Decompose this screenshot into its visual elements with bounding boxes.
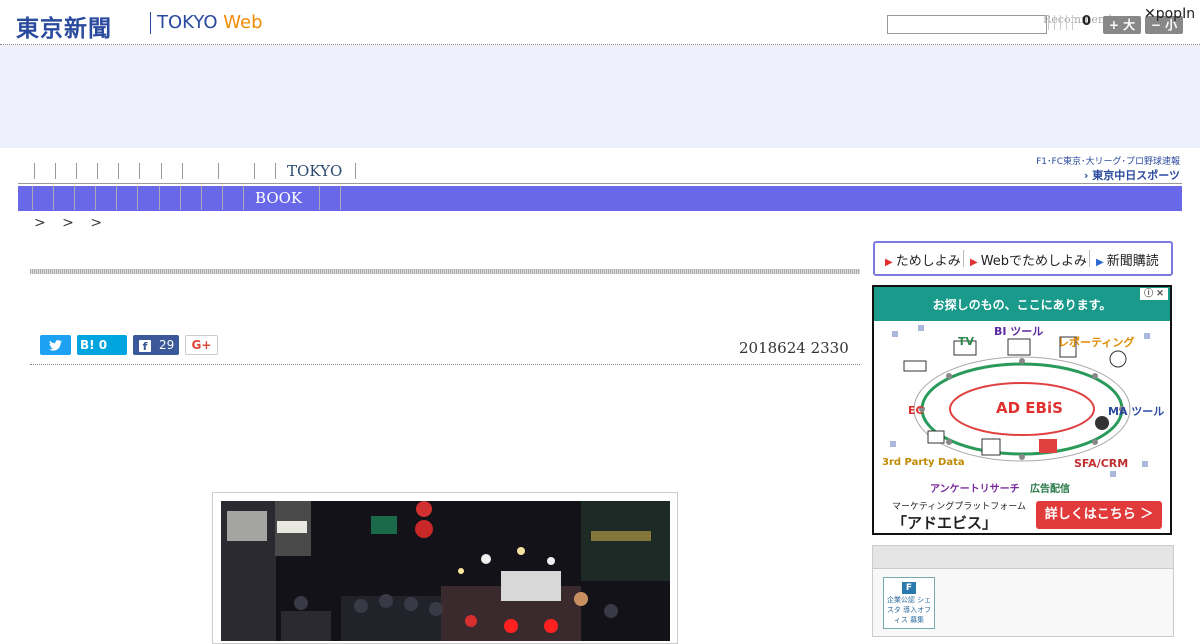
ad-label-reporting: レポーティング	[1058, 336, 1135, 349]
nav-item-tokyo[interactable]: TOKYO	[287, 162, 342, 180]
article-date: 2018624 2330	[739, 339, 849, 357]
night-street-scene	[221, 501, 670, 641]
twitter-share-button[interactable]	[40, 335, 71, 355]
ad-label-ma: MA ツール	[1108, 405, 1165, 418]
section-item-10[interactable]	[221, 186, 223, 210]
top-ad-banner[interactable]	[0, 45, 1200, 148]
subscription-links: ▶ ためしよみ ▶ Webでためしよみ ▶ 新聞購読	[873, 241, 1173, 276]
chunichi-sub-text: F1･FC東京･大リーグ･プロ野球速報	[1036, 157, 1180, 167]
font-larger-button[interactable]: + 大	[1103, 16, 1141, 34]
section-item-11[interactable]	[242, 186, 244, 210]
sidebar-panel: F 企業公認 シェスタ 導入オフィス 募集	[872, 545, 1174, 637]
nav-item-5[interactable]	[118, 162, 120, 179]
ad-label-survey: アンケートリサーチ	[930, 484, 1020, 495]
ad-footer-main: 「アドエビス」	[892, 514, 998, 532]
ad-cta-button[interactable]: 詳しくはこちら ＞	[1036, 501, 1162, 529]
breadcrumb[interactable]: > > >	[34, 215, 108, 231]
ad-label-3rd-party: 3rd Party Data	[882, 457, 965, 468]
trial-read-link[interactable]: ▶ ためしよみ	[885, 250, 961, 269]
facebook-share-count: 29	[159, 338, 175, 352]
nav-item-1[interactable]	[34, 162, 35, 179]
article-photo[interactable]	[221, 501, 670, 641]
section-item-9[interactable]	[200, 186, 202, 210]
section-item-5[interactable]	[116, 186, 118, 210]
hatena-bookmark-button[interactable]: B! 0	[77, 335, 127, 355]
chunichi-sports-link[interactable]: F1･FC東京･大リーグ･プロ野球速報 › 東京中日スポーツ	[1030, 154, 1180, 183]
section-item-book[interactable]: BOOK	[255, 186, 302, 211]
section-item-6[interactable]	[137, 186, 139, 210]
date-divider	[30, 364, 860, 365]
nav-item-7[interactable]	[160, 162, 162, 179]
trial-divider	[1089, 250, 1090, 267]
nav-item-6[interactable]	[139, 162, 141, 179]
ad-headline: お探しのもの、ここにあります。	[874, 287, 1170, 321]
section-nav-bar: BOOK	[18, 186, 1182, 211]
twitter-icon	[49, 340, 62, 351]
section-item-12[interactable]	[319, 186, 321, 210]
section-item-8[interactable]	[179, 186, 181, 210]
tokyo-web-logo[interactable]: TOKYO Web	[157, 12, 263, 33]
nav-item-11[interactable]	[274, 162, 276, 179]
facebook-share-button[interactable]: f 29	[133, 335, 179, 355]
trial-divider	[963, 250, 964, 267]
nav-item-12[interactable]	[355, 162, 357, 179]
search-input[interactable]	[887, 15, 1047, 34]
section-item-13[interactable]	[340, 186, 342, 210]
popin-close-button[interactable]: ✕popIn	[1144, 6, 1195, 22]
section-item-3[interactable]	[74, 186, 76, 210]
section-item-2[interactable]	[53, 186, 55, 210]
triangle-icon: ▶	[885, 257, 893, 268]
ad-footer-sub: マーケティングプラットフォーム	[892, 502, 1027, 512]
chunichi-logo: › 東京中日スポーツ	[1083, 169, 1180, 182]
nav-item-10[interactable]	[253, 162, 255, 179]
web-trial-read-link[interactable]: ▶ Webでためしよみ	[970, 250, 1087, 269]
triangle-icon: ▶	[1096, 257, 1104, 268]
ad-label-tv: TV	[958, 335, 975, 348]
nav-item-8[interactable]	[181, 162, 183, 179]
logo-divider	[150, 12, 151, 34]
logo-tokyo-text: TOKYO	[157, 12, 218, 33]
ad-label-sfa: SFA/CRM	[1074, 457, 1129, 470]
nav-item-9[interactable]	[217, 162, 219, 179]
section-item-4[interactable]	[95, 186, 97, 210]
facebook-icon: f	[139, 339, 151, 353]
article-photo-frame	[212, 492, 678, 644]
sidebar-ad[interactable]: お探しのもの、ここにあります。 ⓘ ✕ AD EBiS TV BI ツール レポ…	[872, 285, 1172, 535]
category-nav: TOKYO	[34, 160, 371, 180]
logo-web-text: Web	[223, 12, 263, 33]
ad-label-bi: BI ツール	[994, 325, 1044, 338]
badge-text: 企業公認 シェスタ 導入オフィス 募集	[886, 596, 932, 624]
badge-mark-icon: F	[902, 582, 916, 594]
ad-footer-text: マーケティングプラットフォーム 「アドエビス」	[892, 499, 1026, 533]
subscribe-link[interactable]: ▶ 新聞購読	[1096, 250, 1159, 269]
nav-item-3[interactable]	[76, 162, 78, 179]
ad-center-logo: AD EBiS	[996, 399, 1063, 417]
section-item-7[interactable]	[158, 186, 160, 210]
site-logo[interactable]: 東京新聞	[16, 9, 112, 43]
section-item-1[interactable]	[32, 186, 33, 210]
article-title-rule	[30, 269, 860, 274]
nav-item-4[interactable]	[97, 162, 99, 179]
recommend-count: 0	[1082, 14, 1092, 29]
nav-divider	[18, 183, 1182, 184]
ad-label-ec: EC	[908, 404, 924, 417]
ad-label-ad-delivery: 広告配信	[1030, 484, 1070, 495]
ad-close-button[interactable]: ⓘ ✕	[1140, 288, 1168, 300]
recommend-bar	[1048, 15, 1078, 30]
office-badge[interactable]: F 企業公認 シェスタ 導入オフィス 募集	[883, 577, 935, 629]
triangle-icon: ▶	[970, 257, 978, 268]
nav-item-2[interactable]	[55, 162, 57, 179]
google-plus-share-button[interactable]: G+	[185, 335, 218, 355]
sidebar-panel-header	[873, 546, 1173, 569]
